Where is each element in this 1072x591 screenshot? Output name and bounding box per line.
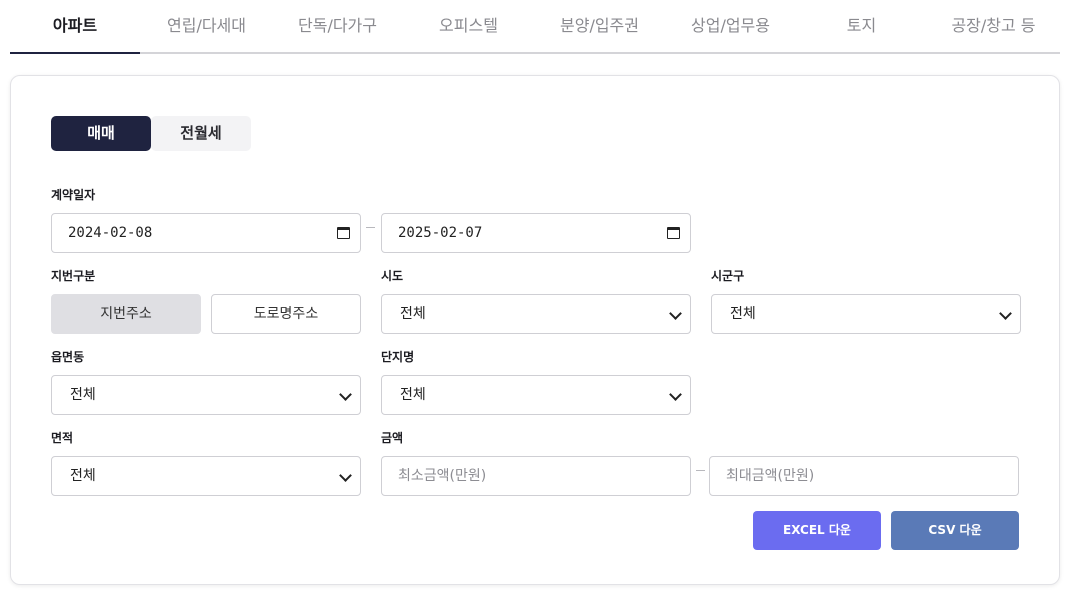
trade-sale-button[interactable]: 매매 [51, 116, 151, 151]
tab-detached[interactable]: 단독/다가구 [272, 0, 403, 52]
sigungu-value: 전체 [730, 306, 756, 322]
chevron-down-icon [669, 307, 682, 320]
area-select[interactable]: 전체 [51, 456, 361, 496]
date-to-value: 2025-02-07 [398, 225, 483, 241]
sido-label: 시도 [381, 269, 404, 283]
date-range-dash [366, 227, 375, 228]
eupmyeondong-value: 전체 [70, 387, 96, 403]
contract-date-label: 계약일자 [51, 188, 96, 202]
tab-officetel[interactable]: 오피스텔 [403, 0, 534, 52]
tab-apartment[interactable]: 아파트 [10, 0, 140, 54]
tab-presale[interactable]: 분양/입주권 [534, 0, 665, 52]
price-label: 금액 [381, 431, 404, 445]
min-price-input[interactable]: 최소금액(만원) [381, 456, 691, 496]
road-address-button[interactable]: 도로명주소 [211, 294, 361, 334]
area-label: 면적 [51, 431, 74, 445]
calendar-icon[interactable] [667, 227, 680, 239]
sigungu-label: 시군구 [711, 269, 745, 283]
sigungu-select[interactable]: 전체 [711, 294, 1021, 334]
complex-label: 단지명 [381, 350, 415, 364]
eupmyeondong-label: 읍면동 [51, 350, 85, 364]
tab-commercial[interactable]: 상업/업무용 [665, 0, 796, 52]
search-panel: 매매 전월세 계약일자 2024-02-08 2025-02-07 지번구분 지… [10, 75, 1060, 585]
complex-value: 전체 [400, 387, 426, 403]
calendar-icon[interactable] [337, 227, 350, 239]
complex-select[interactable]: 전체 [381, 375, 691, 415]
lot-type-label: 지번구분 [51, 269, 96, 283]
chevron-down-icon [339, 469, 352, 482]
excel-download-button[interactable]: EXCEL 다운 [753, 511, 881, 550]
price-range-dash [696, 470, 705, 471]
max-price-input[interactable]: 최대금액(만원) [709, 456, 1019, 496]
area-value: 전체 [70, 468, 96, 484]
date-from-value: 2024-02-08 [68, 225, 153, 241]
date-to-field[interactable]: 2025-02-07 [381, 213, 691, 253]
tab-villa[interactable]: 연립/다세대 [141, 0, 272, 52]
sido-select[interactable]: 전체 [381, 294, 691, 334]
chevron-down-icon [669, 388, 682, 401]
sido-value: 전체 [400, 306, 426, 322]
trade-rent-button[interactable]: 전월세 [151, 116, 251, 151]
category-tabs: 아파트 연립/다세대 단독/다가구 오피스텔 분양/입주권 상업/업무용 토지 … [10, 0, 1060, 54]
tab-land[interactable]: 토지 [796, 0, 927, 52]
jibun-address-button[interactable]: 지번주소 [51, 294, 201, 334]
chevron-down-icon [339, 388, 352, 401]
chevron-down-icon [999, 307, 1012, 320]
tab-factory[interactable]: 공장/창고 등 [927, 0, 1060, 52]
date-from-field[interactable]: 2024-02-08 [51, 213, 361, 253]
eupmyeondong-select[interactable]: 전체 [51, 375, 361, 415]
csv-download-button[interactable]: CSV 다운 [891, 511, 1019, 550]
